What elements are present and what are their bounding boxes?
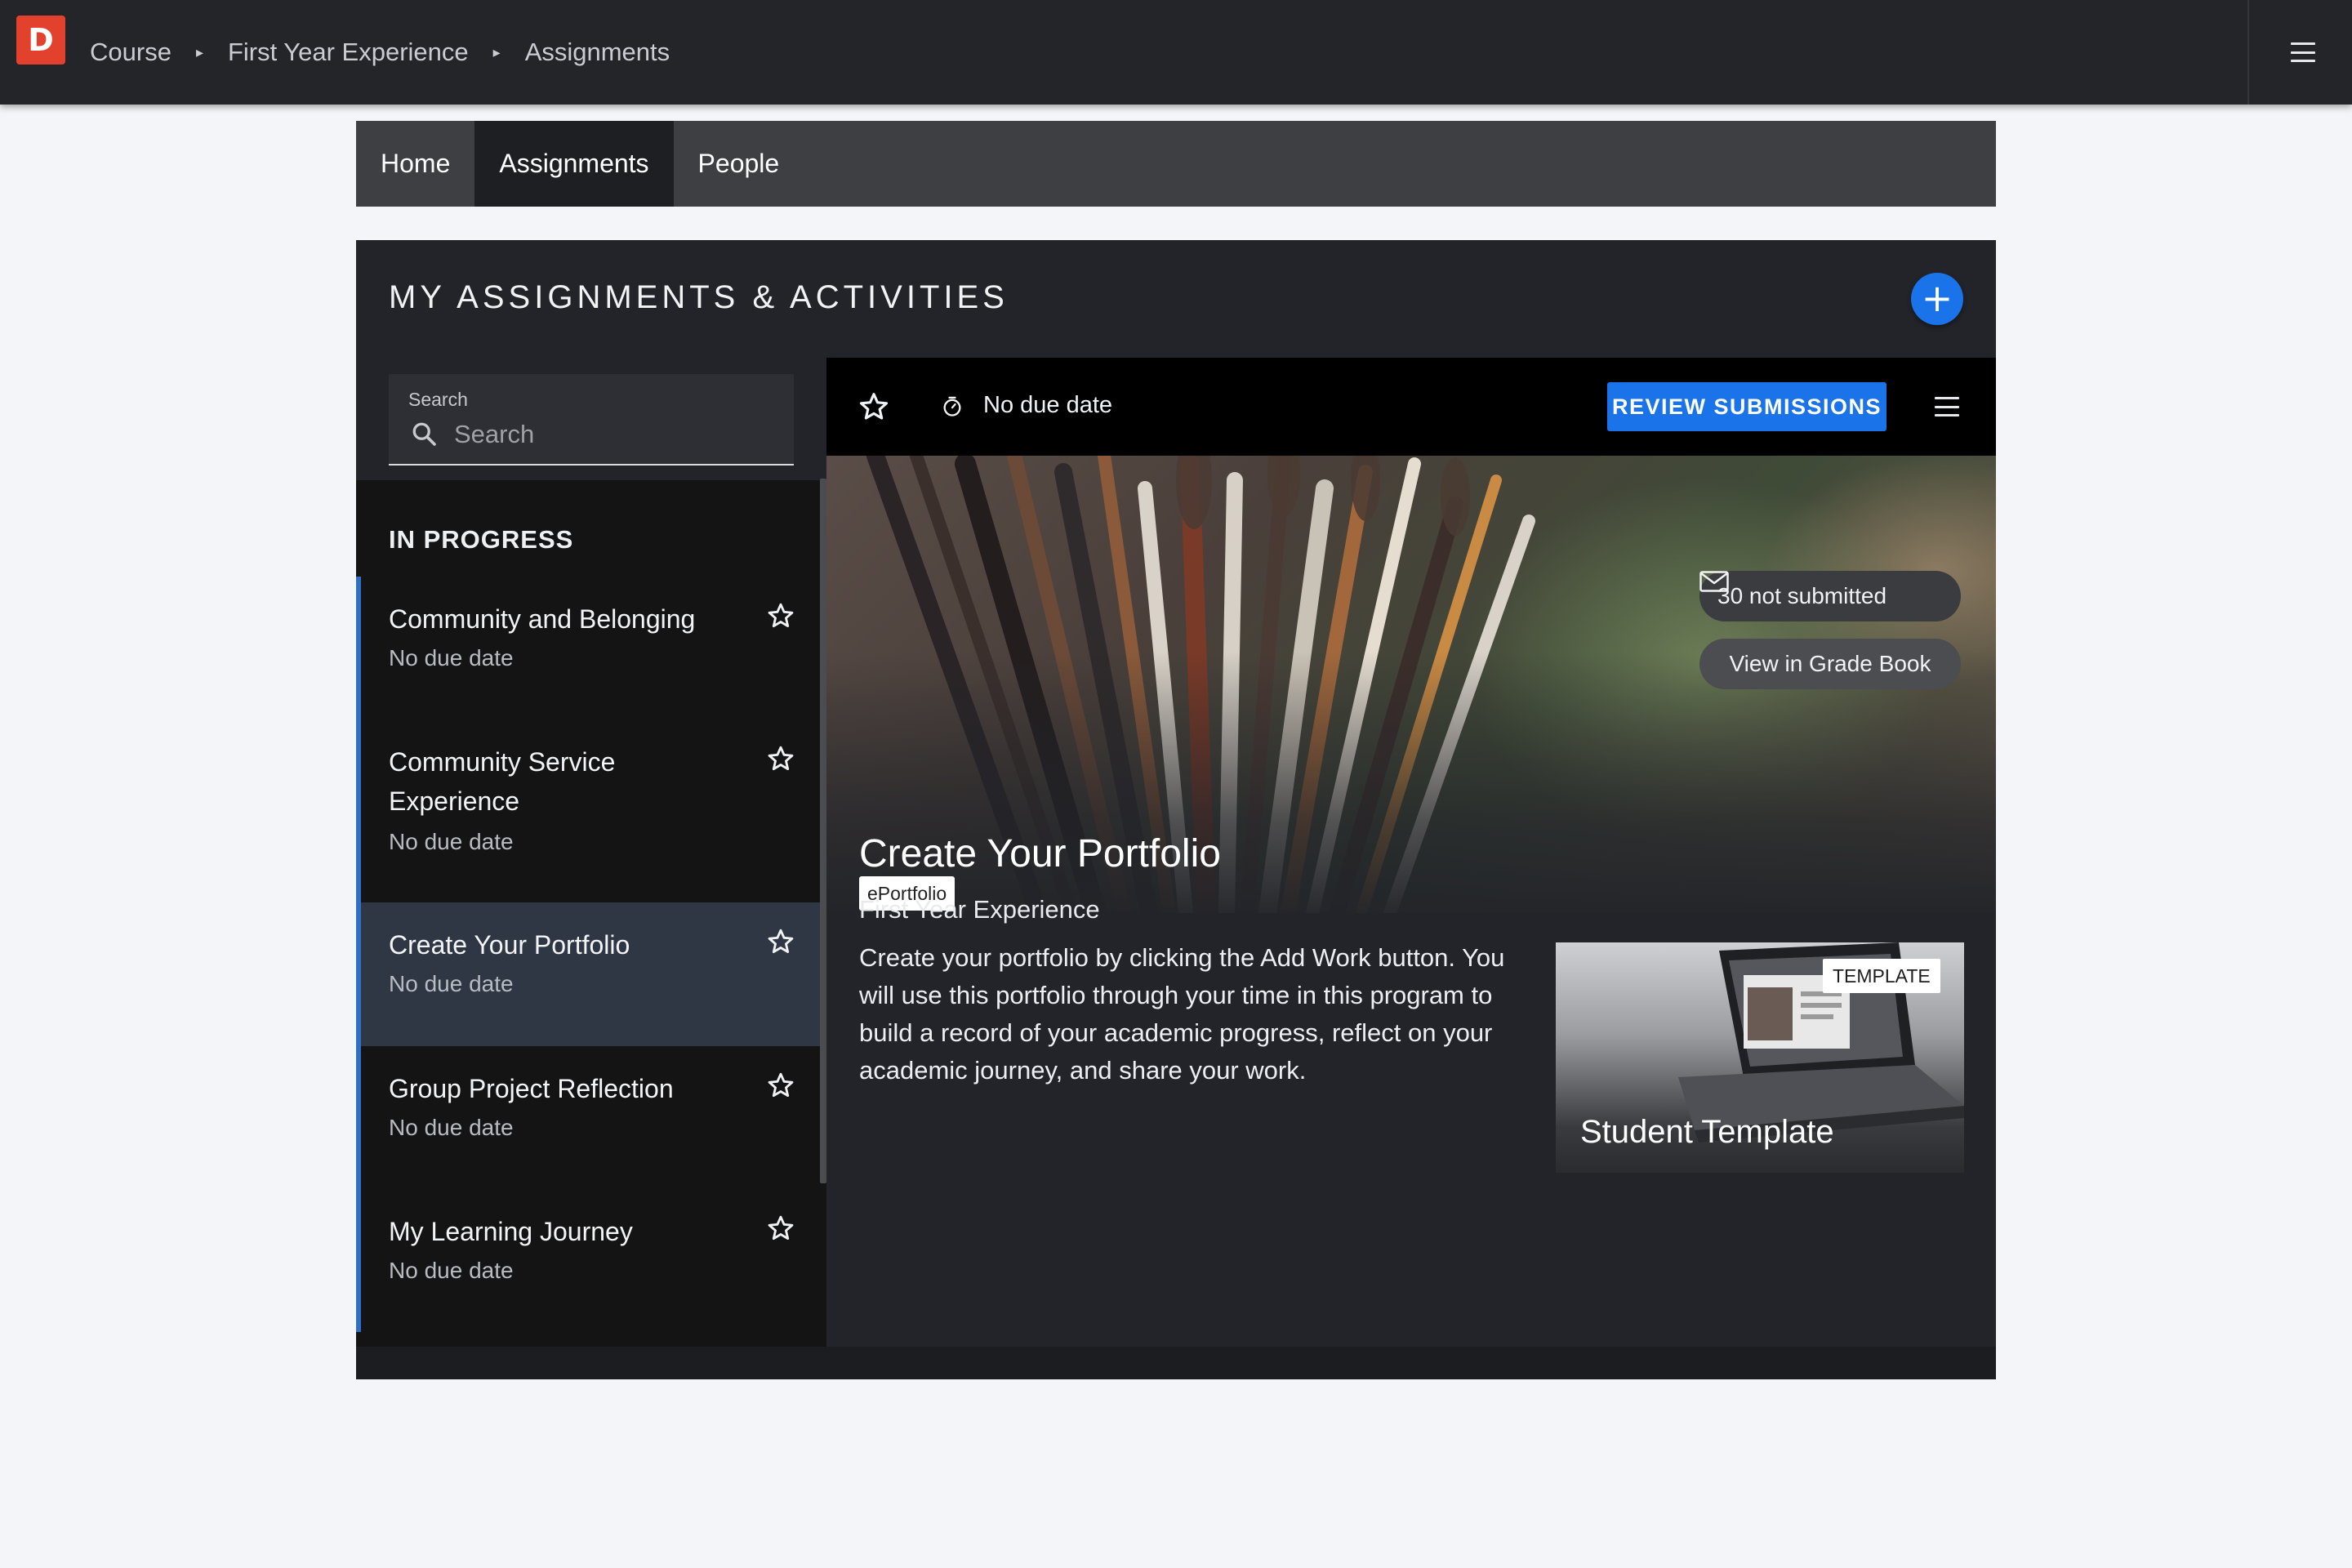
breadcrumb: Course ▸ First Year Experience ▸ Assignm… [90,0,670,105]
detail-toolbar: No due date REVIEW SUBMISSIONS [826,358,1996,456]
list-item-due: No due date [389,645,514,670]
list-item-due: No due date [389,971,514,996]
student-template-card[interactable]: TEMPLATE Student Template [1556,942,1964,1173]
list-item-selected[interactable]: Create Your Portfolio No due date [356,902,822,1046]
assignment-list-column: Search Search IN PROGRESS Community and … [356,358,826,1347]
search-placeholder: Search [454,420,535,448]
add-assignment-button[interactable]: + [1911,273,1963,325]
search-area: Search Search [356,358,826,480]
section-in-progress: IN PROGRESS [389,525,574,554]
detail-due-date: No due date [983,392,1113,418]
not-submitted-count: 30 not submitted [1717,583,1887,608]
list-item-title: Create Your Portfolio [389,930,630,960]
list-item-due: No due date [389,829,514,854]
app-logo[interactable]: D [16,16,65,65]
assignment-description: Create your portfolio by clicking the Ad… [859,943,1505,1085]
star-icon[interactable] [766,1071,795,1100]
breadcrumb-assignments[interactable]: Assignments [525,38,670,67]
search-label: Search [408,389,468,410]
review-submissions-button[interactable]: REVIEW SUBMISSIONS [1607,382,1886,431]
star-icon[interactable] [858,390,890,423]
panel-title: MY ASSIGNMENTS & ACTIVITIES [389,279,1009,315]
list-item-title: My Learning Journey [389,1217,633,1246]
list-scrollbar[interactable] [820,479,826,1183]
detail-menu-button[interactable] [1931,392,1963,421]
assignment-course: First Year Experience [859,895,1100,924]
panel-footer [356,1347,1996,1379]
search-input[interactable]: Search Search [389,374,794,466]
list-item[interactable]: Community Service Experience No due date [356,719,822,902]
not-submitted-pill[interactable]: 30 not submitted [1699,571,1961,621]
view-in-grade-book-button[interactable]: View in Grade Book [1699,639,1961,689]
assignment-detail: No due date REVIEW SUBMISSIONS 30 not su… [826,358,1996,1347]
list-item-title: Group Project Reflection [389,1074,674,1103]
template-name: Student Template [1580,1114,1834,1150]
timer-icon [943,396,961,416]
template-badge: TEMPLATE [1823,959,1940,993]
search-icon [412,422,436,446]
caret-right-icon: ▸ [195,43,203,60]
star-icon[interactable] [766,601,795,630]
top-bar: D Course ▸ First Year Experience ▸ Assig… [0,0,2352,105]
star-icon[interactable] [766,744,795,773]
star-icon[interactable] [766,1214,795,1243]
list-item[interactable]: Group Project Reflection No due date [356,1046,822,1189]
tab-home[interactable]: Home [356,121,474,207]
list-item-title: Community Service Experience [389,747,616,816]
breadcrumb-first-year-experience[interactable]: First Year Experience [228,38,469,67]
mail-icon [1699,571,1729,592]
hamburger-icon [1935,397,1959,416]
main-menu-button[interactable] [2278,36,2328,69]
list-item[interactable]: Community and Belonging No due date [356,577,822,719]
list-item-title: Community and Belonging [389,604,696,634]
star-icon[interactable] [766,927,795,956]
list-item-due: No due date [389,1258,514,1283]
topbar-divider [2247,0,2249,105]
breadcrumb-course[interactable]: Course [90,38,172,67]
caret-right-icon: ▸ [492,43,501,60]
list-item-due: No due date [389,1115,514,1140]
assignment-title: Create Your Portfolio [859,832,1221,875]
hamburger-icon [2291,42,2315,62]
tab-people[interactable]: People [674,121,804,207]
assignments-panel: MY ASSIGNMENTS & ACTIVITIES + Search Sea… [356,240,1996,1379]
course-nav: Home Assignments People [356,121,1996,207]
tab-assignments[interactable]: Assignments [474,121,674,207]
list-item[interactable]: My Learning Journey No due date [356,1189,822,1332]
